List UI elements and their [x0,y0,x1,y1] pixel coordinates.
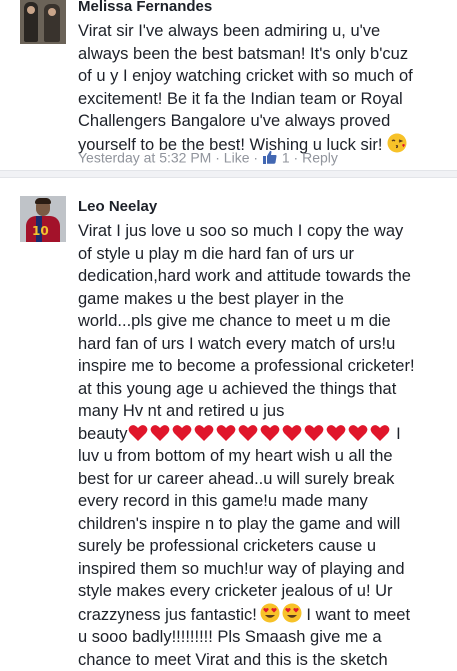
heart-eyes-icon [282,603,302,623]
comment-text: Virat sir I've always been admiring u, u… [78,20,450,156]
comment-line: chance to meet Virat and this is the ske… [78,649,450,671]
comment-line: inspired them so much!ur way of playing … [78,558,450,581]
heart-line-after: I [396,425,401,443]
kissing-face-icon [387,133,407,153]
heart-icon [326,424,346,442]
thumbs-up-icon[interactable] [262,149,278,165]
comment-line: best for ur career ahead..u will surely … [78,468,450,491]
emoji-line-before: crazzyness jus fantastic! [78,606,257,624]
comment-line: Virat I jus love u soo so much I copy th… [78,220,450,243]
heart-icon [216,424,236,442]
heart-line-before: beauty [78,425,128,443]
avatar-face-left [27,6,35,14]
comment-line: always been the best batsman! It's only … [78,43,450,66]
heart-icon [370,424,390,442]
comment-author[interactable]: Leo Neelay [78,198,157,215]
comment-text: Virat I jus love u soo so much I copy th… [78,220,450,671]
like-count: 1 [282,149,290,165]
comment-author[interactable]: Melissa Fernandes [78,0,212,15]
comment-divider [0,170,457,178]
comment-1: Melissa Fernandes Virat sir I've always … [0,0,457,170]
heart-icon [172,424,192,442]
like-link[interactable]: Like [224,149,250,165]
avatar-jersey-number: 10 [32,224,49,238]
comment-line: of u y I enjoy watching cricket with so … [78,65,450,88]
comment-line: Challengers Bangalore u've always proved [78,110,450,133]
heart-eyes-row [257,606,302,624]
heart-icon [150,424,170,442]
comment-2: 10 Leo Neelay Virat I jus love u soo so … [0,178,457,648]
hearts-row [128,425,392,443]
comment-line: of style u play m die hard fan of urs ur [78,243,450,266]
comment-line: game makes u the best player in the [78,288,450,311]
comment-line: style makes every cricketer jealous of u… [78,580,450,603]
comment-line: Virat sir I've always been admiring u, u… [78,20,450,43]
avatar-face-right [48,8,56,16]
comment-timestamp[interactable]: Yesterday at 5:32 PM [78,149,211,165]
emoji-line-after: I want to meet [306,606,410,624]
comment-line: inspire me to become a professional cric… [78,355,450,378]
heart-icon [128,424,148,442]
comment-line: dedication,hard work and attitude toward… [78,265,450,288]
comment-line: hard fan of urs I watch every match of u… [78,333,450,356]
separator: · [294,149,299,165]
heart-icon [238,424,258,442]
separator: · [215,149,220,165]
avatar-melissa[interactable] [20,0,66,44]
heart-icon [282,424,302,442]
heart-icon [260,424,280,442]
comment-line: many Hv nt and retired u jus [78,400,450,423]
comment-line: at this young age u achieved the things … [78,378,450,401]
separator: · [253,149,258,165]
heart-icon [194,424,214,442]
comment-line: surely be professional cricketers cause … [78,535,450,558]
comment-meta: Yesterday at 5:32 PM · Like · 1 · Reply [78,148,338,165]
comment-line: world...pls give me chance to meet u m d… [78,310,450,333]
comment-line: every record in this game!u made many [78,490,450,513]
comment-line: children's inspire n to play the game an… [78,513,450,536]
avatar-hair [35,198,51,204]
heart-eyes-icon [260,603,280,623]
heart-icon [304,424,324,442]
comment-line: u sooo badly!!!!!!!!! Pls Smaash give me… [78,626,450,649]
comment-line: luv u from bottom of my heart wish u all… [78,445,450,468]
heart-icon [348,424,368,442]
reply-link[interactable]: Reply [302,149,338,165]
avatar-leo[interactable]: 10 [20,196,66,242]
comment-line: excitement! Be it fa the Indian team or … [78,88,450,111]
